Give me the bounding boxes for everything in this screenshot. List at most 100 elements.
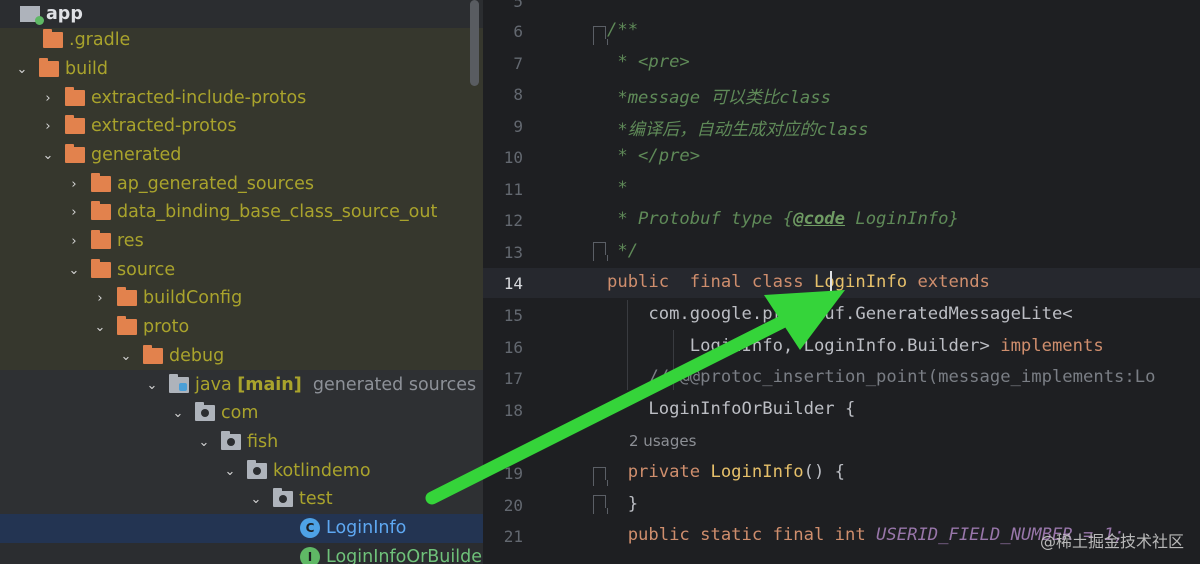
folder-icon bbox=[117, 287, 137, 307]
tree-label-variant: [main] bbox=[237, 375, 302, 396]
tree-item-fish[interactable]: ⌄ fish bbox=[0, 428, 483, 457]
tree-item-res[interactable]: › res bbox=[0, 227, 483, 256]
tree-label: extracted-include-protos bbox=[91, 88, 307, 109]
folder-icon bbox=[65, 115, 85, 135]
chevron-right-icon[interactable]: › bbox=[40, 119, 56, 134]
tree-label: proto bbox=[143, 317, 190, 338]
watermark: @稀土掘金技术社区 bbox=[1039, 532, 1184, 551]
chevron-down-icon[interactable]: ⌄ bbox=[40, 148, 56, 163]
tree-label: kotlindemo bbox=[273, 461, 371, 482]
line-number: 13 bbox=[503, 243, 523, 262]
line-number: 16 bbox=[503, 338, 523, 357]
tree-label: debug bbox=[169, 346, 225, 367]
tree-item-proto[interactable]: ⌄ proto bbox=[0, 313, 483, 342]
code-editor[interactable]: 5 6 7 8 9 10 11 12 13 14 15 16 17 18 19 … bbox=[483, 0, 1200, 564]
folder-icon bbox=[65, 87, 85, 107]
chevron-down-icon[interactable]: ⌄ bbox=[92, 320, 108, 335]
tree-label: buildConfig bbox=[143, 288, 243, 309]
tree-item-logininfo[interactable]: C LoginInfo bbox=[0, 514, 483, 543]
code-line-18: LoginInfoOrBuilder { bbox=[607, 399, 856, 419]
chevron-down-icon[interactable]: ⌄ bbox=[196, 435, 212, 450]
chevron-down-icon[interactable]: ⌄ bbox=[170, 406, 186, 421]
tree-item-ap-generated-sources[interactable]: › ap_generated_sources bbox=[0, 170, 483, 199]
chevron-down-icon[interactable]: ⌄ bbox=[66, 263, 82, 278]
tree-item-build[interactable]: ⌄ build bbox=[0, 55, 483, 84]
tree-label: res bbox=[117, 231, 144, 252]
usages-hint[interactable]: 2 usages bbox=[629, 432, 696, 450]
tree-item-debug[interactable]: ⌄ debug bbox=[0, 342, 483, 371]
package-icon bbox=[195, 402, 215, 422]
fold-marker-icon[interactable] bbox=[593, 26, 608, 45]
tree-item-test[interactable]: ⌄ test bbox=[0, 485, 483, 514]
tree-item-java-main[interactable]: ⌄ java [main] generated sources r bbox=[0, 371, 483, 400]
code-line-15: com.google.protobuf.GeneratedMessageLite… bbox=[607, 304, 1073, 324]
chevron-right-icon[interactable]: › bbox=[66, 234, 82, 249]
code-line-11: * bbox=[607, 178, 628, 198]
code-line-19: private LoginInfo() { bbox=[607, 462, 846, 482]
code-line-16: LoginInfo, LoginInfo.Builder> implements bbox=[607, 336, 1104, 356]
line-number-current: 14 bbox=[503, 274, 523, 293]
tree-label: com bbox=[221, 403, 259, 424]
project-tree-panel: app .gradle ⌄ build › extracted-include-… bbox=[0, 0, 483, 564]
folder-icon bbox=[43, 29, 63, 49]
code-line-13: */ bbox=[607, 241, 639, 261]
chevron-down-icon[interactable]: ⌄ bbox=[222, 464, 238, 479]
package-icon bbox=[221, 431, 241, 451]
chevron-down-icon[interactable]: ⌄ bbox=[14, 62, 30, 77]
tree-label: LoginInfo bbox=[326, 518, 407, 539]
tree-item-app[interactable]: app bbox=[0, 0, 483, 29]
line-number: 9 bbox=[513, 117, 523, 136]
line-number: 11 bbox=[503, 180, 523, 199]
line-number: 6 bbox=[513, 22, 523, 41]
code-line-20: } bbox=[607, 494, 639, 514]
tree-item-data-binding[interactable]: › data_binding_base_class_source_out bbox=[0, 198, 483, 227]
chevron-down-icon[interactable]: ⌄ bbox=[248, 492, 264, 507]
folder-icon bbox=[117, 316, 137, 336]
fold-marker-icon[interactable] bbox=[593, 242, 608, 261]
line-number: 10 bbox=[503, 148, 523, 167]
folder-icon bbox=[91, 230, 111, 250]
code-line-17: // @@protoc_insertion_point(message_impl… bbox=[607, 367, 1156, 387]
tree-label: java bbox=[195, 375, 232, 396]
chevron-right-icon[interactable]: › bbox=[40, 91, 56, 106]
chevron-right-icon[interactable]: › bbox=[66, 177, 82, 192]
code-line-12: * Protobuf type {@code LoginInfo} bbox=[607, 209, 959, 229]
tree-item-logininfoorbuilder[interactable]: I LoginInfoOrBuilder bbox=[0, 543, 483, 564]
line-number: 8 bbox=[513, 85, 523, 104]
tree-label: ap_generated_sources bbox=[117, 174, 314, 195]
line-number: 18 bbox=[503, 401, 523, 420]
code-line-14: public final class LoginInfo extends bbox=[607, 272, 990, 292]
tree-item-extracted-protos[interactable]: › extracted-protos bbox=[0, 112, 483, 141]
folder-icon bbox=[91, 259, 111, 279]
line-number: 20 bbox=[503, 496, 523, 515]
folder-icon bbox=[91, 173, 111, 193]
code-line-10: * </pre> bbox=[607, 146, 701, 166]
code-line-9: *编译后，自动生成对应的class bbox=[607, 120, 869, 140]
fold-marker-icon[interactable] bbox=[593, 495, 608, 514]
tree-scrollbar[interactable] bbox=[470, 0, 479, 86]
tree-item-com[interactable]: ⌄ com bbox=[0, 399, 483, 428]
tree-label: generated bbox=[91, 145, 182, 166]
class-icon: C bbox=[300, 518, 320, 539]
folder-icon bbox=[39, 58, 59, 78]
module-folder-icon bbox=[20, 6, 44, 26]
chevron-right-icon[interactable]: › bbox=[66, 205, 82, 220]
chevron-right-icon[interactable]: › bbox=[92, 291, 108, 306]
line-number: 21 bbox=[503, 527, 523, 546]
tree-item-extracted-include-protos[interactable]: › extracted-include-protos bbox=[0, 84, 483, 113]
tree-label: .gradle bbox=[69, 30, 131, 51]
tree-item-kotlindemo[interactable]: ⌄ kotlindemo bbox=[0, 457, 483, 486]
tree-item-gradle[interactable]: .gradle bbox=[0, 26, 483, 55]
line-number: 19 bbox=[503, 464, 523, 483]
tree-item-source[interactable]: ⌄ source bbox=[0, 256, 483, 285]
interface-icon: I bbox=[300, 547, 320, 564]
tree-item-generated[interactable]: ⌄ generated bbox=[0, 141, 483, 170]
chevron-down-icon[interactable]: ⌄ bbox=[118, 349, 134, 364]
folder-icon bbox=[91, 201, 111, 221]
fold-marker-icon[interactable] bbox=[593, 467, 608, 486]
code-line-7: * <pre> bbox=[607, 52, 690, 72]
line-number: 12 bbox=[503, 211, 523, 230]
package-icon bbox=[273, 488, 293, 508]
chevron-down-icon[interactable]: ⌄ bbox=[144, 378, 160, 393]
tree-item-buildconfig[interactable]: › buildConfig bbox=[0, 284, 483, 313]
